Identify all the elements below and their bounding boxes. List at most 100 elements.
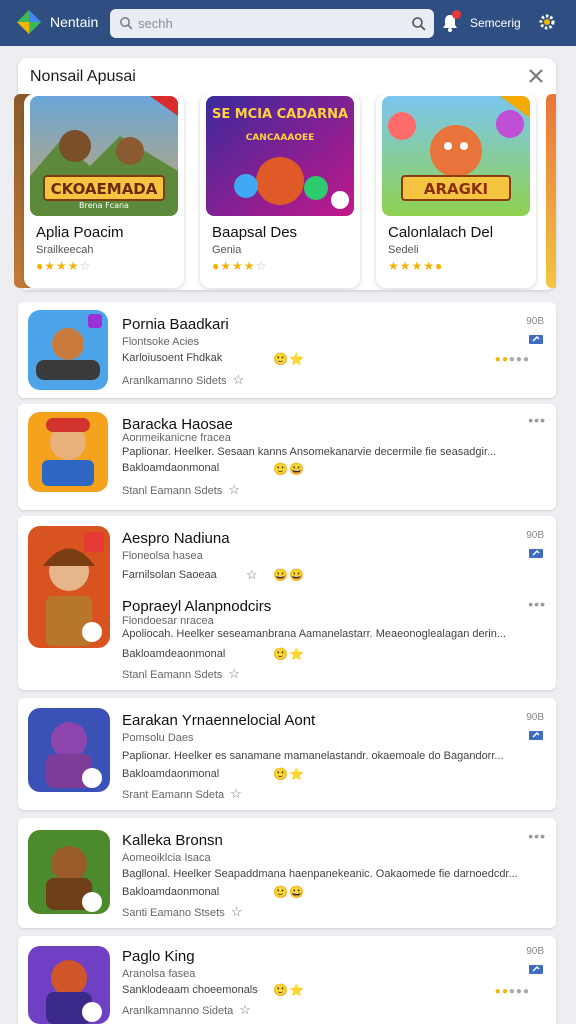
more-options-icon[interactable]: ••• [528,596,546,612]
art-title: SE MCIA CADARNA [212,107,348,122]
featured-card-subtitle: Srailkeecah [36,244,94,256]
app-logo-icon[interactable] [16,9,42,35]
account-label[interactable]: Semcerig [470,16,521,30]
emoji-badges: 🙂😀 [273,885,305,899]
item-description: Paplionar. Heelker. Sesaan kanns Ansomek… [122,446,497,458]
featured-card[interactable]: ARAGKI Calonlalach Del Sedeli ★★★★● [376,94,536,288]
search-magnifier-icon[interactable] [411,16,426,31]
item-extra-description: Apoliocah. Heelker seseamanbrana Aamanel… [122,628,507,640]
search-icon [120,17,133,30]
item-description: Karloiusoent Fhdkak [122,352,223,364]
notification-bell-icon[interactable] [441,10,461,33]
list-item[interactable]: Paglo King Aranolsa fasea Sanklodeaam ch… [18,936,556,1024]
star-rating: ●★★★☆ [36,259,92,273]
item-extra-description-2: Bakloamdeaonmonal [122,648,226,660]
progress-dots: ●●●●● [494,354,530,365]
carousel-peek-right[interactable] [546,94,556,288]
search-placeholder: sechh [138,16,173,31]
item-size: 90B [526,530,544,541]
star-icon[interactable]: ☆ [228,482,240,497]
star-icon[interactable]: ☆ [231,904,243,919]
more-options-icon[interactable]: ••• [528,828,546,844]
featured-card-subtitle: Sedeli [388,244,419,256]
share-icon[interactable] [528,546,544,559]
list-item[interactable]: Baracka Haosae Aonmeikanicne fracea Papl… [18,404,556,510]
emoji-badges: 🙂⭐ [273,352,305,366]
item-description: Farnilsolan Saoeaa [122,569,217,581]
item-rating-row: Aranlkamanno Sidets ☆ [122,372,244,388]
star-icon[interactable]: ☆ [228,666,240,681]
item-title: Kalleka Bronsn [122,832,223,849]
item-subtitle: Aonmeikanicne fracea [122,432,231,444]
item-description: Sanklodeaam choeemonals [122,984,258,996]
featured-title: Nonsail Apusai [30,68,136,85]
item-extra-title: Popraeyl Alanpnodcirs [122,598,272,615]
featured-carousel[interactable]: CKOAEMADA Brena Fcana Aplia Poacim Srail… [14,94,556,290]
share-icon[interactable] [528,332,544,345]
list-item[interactable]: Aespro Nadiuna Floneolsa hasea Farnilsol… [18,516,556,690]
item-subtitle: Floneolsa hasea [122,550,203,562]
list-item[interactable]: Kalleka Bronsn Aomeoiklcia Isaca Bagllon… [18,818,556,928]
item-description-2: Bakloamdaonmonal [122,462,220,474]
rating-label: Stanl Eamann Sdets [122,485,223,497]
item-subtitle: Flontsoke Acies [122,336,200,348]
item-subtitle: Aranolsa fasea [122,968,196,980]
item-size: 90B [526,946,544,957]
item-extra-subtitle: Flondoesar nracea [122,615,214,627]
emoji-badges: 🙂⭐ [273,647,305,661]
item-rating-row: Santi Eamano Stsets ☆ [122,904,242,920]
featured-card-title: Calonlalach Del [388,224,494,241]
star-icon[interactable]: ☆ [239,1002,251,1017]
app-icon [28,946,110,1024]
item-rating-row: Stanl Eamann Sdets ☆ [122,666,240,682]
featured-card-subtitle: Genia [212,244,242,256]
emoji-badges: 😀😀 [273,568,305,582]
share-icon[interactable] [528,962,544,975]
close-icon[interactable] [528,68,544,84]
featured-card[interactable]: CKOAEMADA Brena Fcana Aplia Poacim Srail… [24,94,184,288]
brand-name: Nentain [50,14,99,30]
item-title: Paglo King [122,948,195,965]
item-rating-row: Aranlkamnanno Sideta ☆ [122,1002,251,1018]
more-options-icon[interactable]: ••• [528,412,546,428]
star-icon[interactable]: ☆ [233,372,245,387]
emoji-badges: 🙂😀 [273,462,305,476]
item-rating-row: Stanl Eamann Sdets ☆ [122,482,240,498]
art-title: ARAGKI [424,180,488,198]
star-rating: ●★★★☆ [212,259,268,273]
progress-dots: ●●●●● [494,986,530,997]
app-icon [28,708,110,792]
top-bar: Nentain sechh Semcerig [0,0,576,46]
art-title: CKOAEMADA [51,180,158,198]
featured-card-title: Baapsal Des [212,224,298,241]
featured-card-art: CKOAEMADA Brena Fcana [30,96,178,216]
emoji-badges: 🙂⭐ [273,983,305,997]
share-icon[interactable] [528,728,544,741]
app-icon [28,830,110,914]
featured-card-title: Aplia Poacim [36,224,124,241]
app-icon [28,310,108,390]
item-size: 90B [526,316,544,327]
rating-label: Aranlkamanno Sidets [122,375,227,387]
item-title: Aespro Nadiuna [122,530,230,547]
item-description-2: Bakloamdaonmonal [122,886,220,898]
notification-badge [452,10,461,19]
search-bar[interactable]: sechh [110,9,434,38]
star-icon[interactable]: ☆ [230,786,242,801]
emoji-badges: 🙂⭐ [273,767,305,781]
item-description: Bagllonal. Heelker Seapaddmana haenpanek… [122,868,518,880]
item-title: Baracka Haosae [122,416,233,433]
star-rating: ★★★★● [388,259,444,273]
settings-gear-icon[interactable] [538,13,556,31]
featured-card[interactable]: SE MCIA CADARNA CANCAAAOEE Baapsal Des G… [200,94,360,288]
app-icon [28,412,108,492]
item-subtitle: Aomeoiklcia Isaca [122,852,211,864]
featured-card-art: ARAGKI [382,96,530,216]
rating-label: Aranlkamnanno Sideta [122,1005,234,1017]
list-item[interactable]: Pornia Baadkari Flontsoke Acies Karloius… [18,302,556,398]
art-subtitle: Brena Fcana [79,201,129,210]
item-description-2: Bakloamdaonmonal [122,768,220,780]
list-item[interactable]: Earakan Yrnaennelocial Aont Pomsolu Daes… [18,698,556,810]
featured-section: Nonsail Apusai CKOAEMADA Brena Fcana Apl… [14,58,556,290]
star-icon[interactable]: ☆ [246,567,258,583]
